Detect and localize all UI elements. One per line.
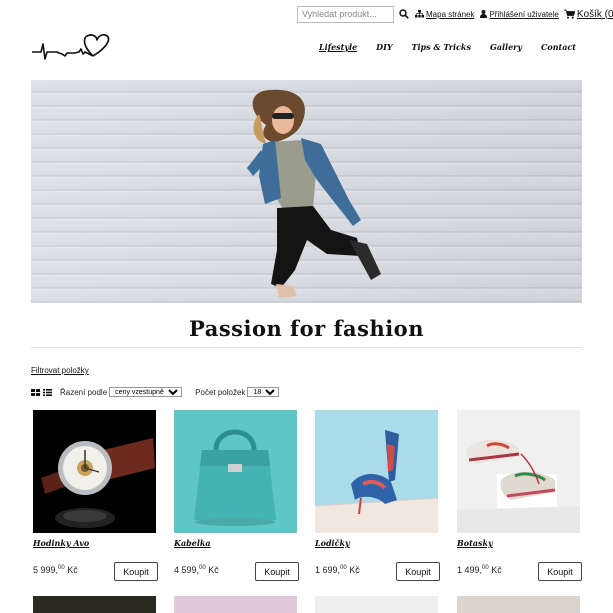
product-name[interactable]: Hodinky Avo: [33, 538, 89, 548]
login-label: Přihlášení uživatele: [489, 9, 559, 19]
sort-label: Řazení podle: [60, 387, 108, 397]
buy-button[interactable]: Koupit: [538, 562, 582, 581]
product-price: 5 999,00 Kč: [33, 565, 78, 575]
site-logo[interactable]: [31, 32, 111, 64]
sitemap-label: Mapa stránek: [426, 9, 475, 19]
product-image-sneakers[interactable]: [457, 410, 580, 533]
hero-image: [31, 80, 582, 303]
product-card: Hodinky Avo 5 999,00 Kč Koupit: [33, 410, 158, 581]
divider: [31, 347, 582, 348]
count-label: Počet položek: [195, 387, 246, 397]
sort-select[interactable]: ceny vzestupně: [109, 387, 183, 397]
nav-item-contact[interactable]: Contact: [541, 42, 576, 52]
product-price: 4 599,00 Kč: [174, 565, 219, 575]
cart-label: Košík (0): [576, 8, 613, 20]
buy-button[interactable]: Koupit: [114, 562, 158, 581]
sort-bar: Řazení podle ceny vzestupně Počet polože…: [31, 387, 280, 397]
user-icon: [480, 10, 488, 18]
nav-item-lifestyle[interactable]: Lifestyle: [319, 42, 357, 52]
cart-link[interactable]: Košík (0): [563, 8, 613, 20]
nav-item-diy[interactable]: DIY: [376, 42, 392, 52]
product-card: Lodičky 1 699,00 Kč Koupit: [315, 410, 440, 581]
search-input[interactable]: [297, 5, 394, 23]
nav-item-tips[interactable]: Tips & Tricks: [412, 42, 471, 52]
product-card: Kabelka 4 599,00 Kč Koupit: [174, 410, 299, 581]
product-image-heels[interactable]: [315, 410, 438, 533]
product-image-partial[interactable]: [33, 596, 156, 613]
product-name[interactable]: Lodičky: [315, 538, 350, 548]
product-name[interactable]: Kabelka: [174, 538, 211, 548]
grid-view-icon[interactable]: [31, 388, 40, 396]
product-image-partial[interactable]: [315, 596, 438, 613]
product-price: 1 499,00 Kč: [457, 565, 502, 575]
cart-icon: [563, 9, 575, 19]
count-select[interactable]: 18: [247, 387, 280, 397]
list-view-icon[interactable]: [43, 388, 52, 396]
product-name[interactable]: Botasky: [457, 538, 493, 548]
nav-item-gallery[interactable]: Gallery: [490, 42, 522, 52]
login-link[interactable]: Přihlášení uživatele: [480, 9, 559, 19]
buy-button[interactable]: Koupit: [396, 562, 440, 581]
top-bar: Mapa stránek Přihlášení uživatele Košík …: [297, 5, 613, 23]
search-icon[interactable]: [399, 8, 409, 20]
product-image-watch[interactable]: [33, 410, 156, 533]
main-nav: Lifestyle DIY Tips & Tricks Gallery Cont…: [300, 42, 576, 52]
product-image-partial[interactable]: [457, 596, 580, 613]
product-image-bag[interactable]: [174, 410, 297, 533]
product-price: 1 699,00 Kč: [315, 565, 360, 575]
product-card: Botasky 1 499,00 Kč Koupit: [457, 410, 582, 581]
filter-link[interactable]: Filtrovat položky: [31, 366, 89, 375]
sitemap-icon: [415, 10, 424, 18]
page-title: Passion for fashion: [189, 316, 424, 341]
sitemap-link[interactable]: Mapa stránek: [415, 10, 474, 19]
product-image-partial[interactable]: [174, 596, 297, 613]
buy-button[interactable]: Koupit: [255, 562, 299, 581]
